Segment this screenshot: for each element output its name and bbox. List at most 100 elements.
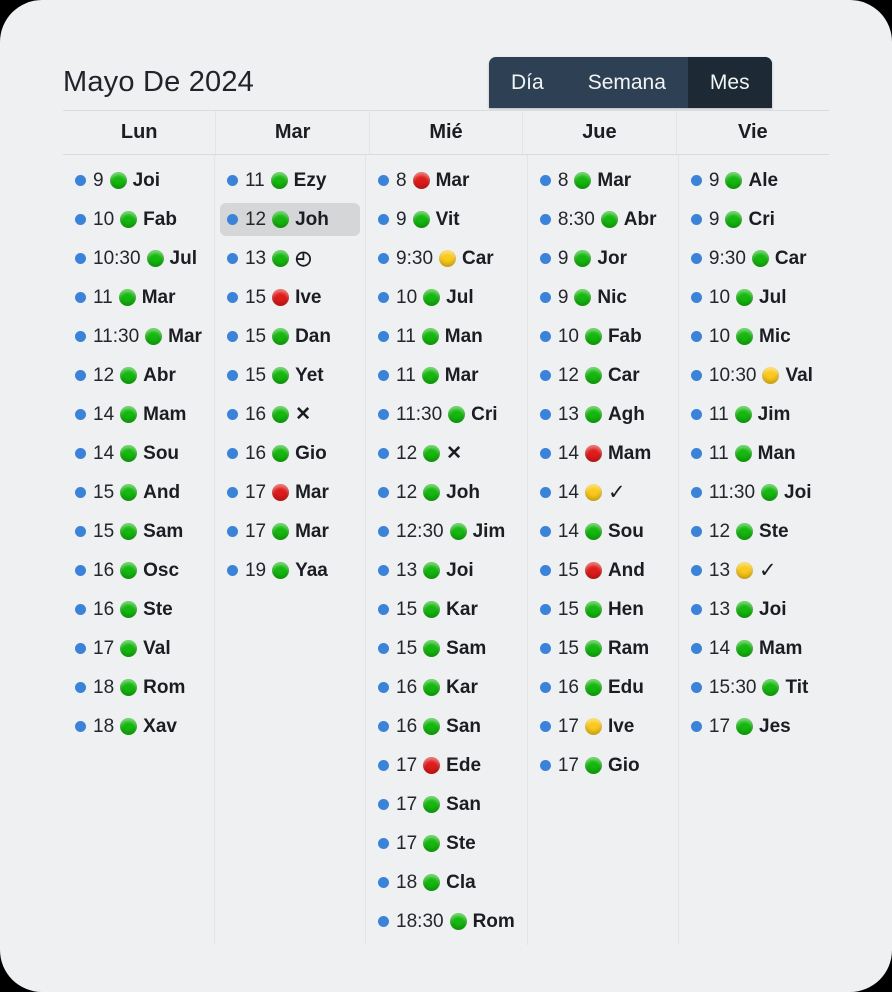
event-item[interactable]: 8:30 Abr bbox=[533, 203, 673, 236]
event-item[interactable]: 14 Mam bbox=[684, 632, 824, 665]
event-item[interactable]: 11 Jim bbox=[684, 398, 824, 431]
event-name: Joi bbox=[759, 598, 787, 620]
event-item[interactable]: 18 Rom bbox=[68, 671, 209, 704]
event-item[interactable]: 13 Joi bbox=[371, 554, 522, 587]
event-item[interactable]: 11:30 Mar bbox=[68, 320, 209, 353]
event-item[interactable]: 15 Sam bbox=[371, 632, 522, 665]
event-item[interactable]: 15 Ram bbox=[533, 632, 673, 665]
event-name: Joh bbox=[295, 208, 329, 230]
event-item[interactable]: 15:30 Tit bbox=[684, 671, 824, 704]
event-item[interactable]: 13 ✓ bbox=[684, 554, 824, 587]
event-time: 17 bbox=[244, 520, 267, 542]
event-item[interactable]: 9 Cri bbox=[684, 203, 824, 236]
event-bullet-icon bbox=[226, 565, 238, 576]
event-item[interactable]: 11 Ezy bbox=[220, 164, 360, 197]
event-time: 12 bbox=[557, 364, 579, 386]
event-item[interactable]: 10 Jul bbox=[371, 281, 522, 314]
event-item[interactable]: 14 ✓ bbox=[533, 476, 673, 509]
event-item[interactable]: 13 Agh bbox=[533, 398, 673, 431]
event-item[interactable]: 14 Sou bbox=[533, 515, 673, 548]
event-item[interactable]: 16 San bbox=[371, 710, 522, 743]
event-item[interactable]: 15 Yet bbox=[220, 359, 360, 392]
view-switch-option-0[interactable]: Día bbox=[489, 57, 566, 108]
event-item[interactable]: 11 Mar bbox=[371, 359, 522, 392]
event-item[interactable]: 15 Ive bbox=[220, 281, 360, 314]
event-item[interactable]: 16 Osc bbox=[68, 554, 209, 587]
event-name: Edu bbox=[607, 676, 644, 698]
event-item[interactable]: 16 Ste bbox=[68, 593, 209, 626]
event-item[interactable]: 10:30 Jul bbox=[68, 242, 209, 275]
event-item[interactable]: 9:30 Car bbox=[684, 242, 824, 275]
event-item[interactable]: 18 Cla bbox=[371, 866, 522, 899]
event-time: 10 bbox=[708, 325, 731, 347]
event-item[interactable]: 11 Man bbox=[371, 320, 522, 353]
event-item[interactable]: 9:30 Car bbox=[371, 242, 522, 275]
event-item[interactable]: 8 Mar bbox=[533, 164, 673, 197]
event-item[interactable]: 17 Jes bbox=[684, 710, 824, 743]
event-item[interactable]: 16 ✕ bbox=[220, 398, 360, 431]
status-green-circle-icon bbox=[120, 562, 138, 579]
event-item[interactable]: 17 Ede bbox=[371, 749, 522, 782]
event-item[interactable]: 10 Fab bbox=[68, 203, 209, 236]
event-item[interactable]: 13 Joi bbox=[684, 593, 824, 626]
event-item[interactable]: 16 Kar bbox=[371, 671, 522, 704]
event-item[interactable]: 15 Dan bbox=[220, 320, 360, 353]
event-item[interactable]: 15 And bbox=[68, 476, 209, 509]
event-item[interactable]: 9 Nic bbox=[533, 281, 673, 314]
event-item[interactable]: 17 Mar bbox=[220, 515, 360, 548]
event-item[interactable]: 17 Gio bbox=[533, 749, 673, 782]
event-item[interactable]: 15 Kar bbox=[371, 593, 522, 626]
event-item[interactable]: 17 Ive bbox=[533, 710, 673, 743]
event-bullet-icon bbox=[75, 448, 86, 459]
event-item[interactable]: 10 Mic bbox=[684, 320, 824, 353]
event-item[interactable]: 17 Ste bbox=[371, 827, 522, 860]
event-item[interactable]: 18:30 Rom bbox=[371, 905, 522, 938]
event-item[interactable]: 15 Sam bbox=[68, 515, 209, 548]
event-bullet-icon bbox=[539, 448, 551, 459]
event-item[interactable]: 12 Car bbox=[533, 359, 673, 392]
event-item[interactable]: 16 Edu bbox=[533, 671, 673, 704]
view-switch-option-1[interactable]: Semana bbox=[566, 57, 688, 108]
event-item[interactable]: 14 Sou bbox=[68, 437, 209, 470]
event-name: San bbox=[446, 715, 482, 737]
event-item[interactable]: 10 Fab bbox=[533, 320, 673, 353]
event-name: Jes bbox=[759, 715, 791, 737]
event-item[interactable]: 15 Hen bbox=[533, 593, 673, 626]
event-time: 15 bbox=[244, 286, 267, 308]
event-item[interactable]: 10:30 Val bbox=[684, 359, 824, 392]
event-name: Mar bbox=[444, 364, 479, 386]
event-item[interactable]: 12:30 Jim bbox=[371, 515, 522, 548]
event-item[interactable]: 12 Ste bbox=[684, 515, 824, 548]
event-item[interactable]: 16 Gio bbox=[220, 437, 360, 470]
event-item[interactable]: 12 Joh bbox=[371, 476, 522, 509]
event-item[interactable]: 10 Jul bbox=[684, 281, 824, 314]
event-item[interactable]: 12 ✕ bbox=[371, 437, 522, 470]
event-item[interactable]: 11:30 Cri bbox=[371, 398, 522, 431]
day-column-mié: 8 Mar 9 Vit 9:30 Car 10 Jul 11 Man 11 Mar 11:30 Cri 12… bbox=[366, 155, 528, 945]
view-switch[interactable]: Día Semana Mes bbox=[489, 57, 772, 108]
status-green-circle-icon bbox=[751, 250, 769, 267]
event-item[interactable]: 12 Abr bbox=[68, 359, 209, 392]
day-column-mar: 11 Ezy 12 Joh 13 ◴ 15 Ive 15 Dan 15 Yet 16 ✕ 16 Gio 17 Ma… bbox=[215, 155, 367, 945]
event-item[interactable]: 18 Xav bbox=[68, 710, 209, 743]
event-item[interactable]: 9 Ale bbox=[684, 164, 824, 197]
event-item[interactable]: 13 ◴ bbox=[220, 242, 360, 275]
event-item[interactable]: 11 Mar bbox=[68, 281, 209, 314]
event-item[interactable]: 14 Mam bbox=[533, 437, 673, 470]
event-item[interactable]: 9 Vit bbox=[371, 203, 522, 236]
event-name: Hen bbox=[607, 598, 644, 620]
view-switch-option-2[interactable]: Mes bbox=[687, 57, 772, 108]
event-item[interactable]: 17 Val bbox=[68, 632, 209, 665]
event-item[interactable]: 17 San bbox=[371, 788, 522, 821]
event-bullet-icon bbox=[539, 604, 551, 615]
event-item[interactable]: 9 Joi bbox=[68, 164, 209, 197]
event-item[interactable]: 8 Mar bbox=[371, 164, 522, 197]
event-item[interactable]: 9 Jor bbox=[533, 242, 673, 275]
event-item[interactable]: 14 Mam bbox=[68, 398, 209, 431]
event-item[interactable]: 15 And bbox=[533, 554, 673, 587]
event-item[interactable]: 11 Man bbox=[684, 437, 824, 470]
event-item[interactable]: 12 Joh bbox=[219, 203, 361, 236]
event-item[interactable]: 11:30 Joi bbox=[684, 476, 824, 509]
event-item[interactable]: 19 Yaa bbox=[220, 554, 360, 587]
event-item[interactable]: 17 Mar bbox=[220, 476, 360, 509]
